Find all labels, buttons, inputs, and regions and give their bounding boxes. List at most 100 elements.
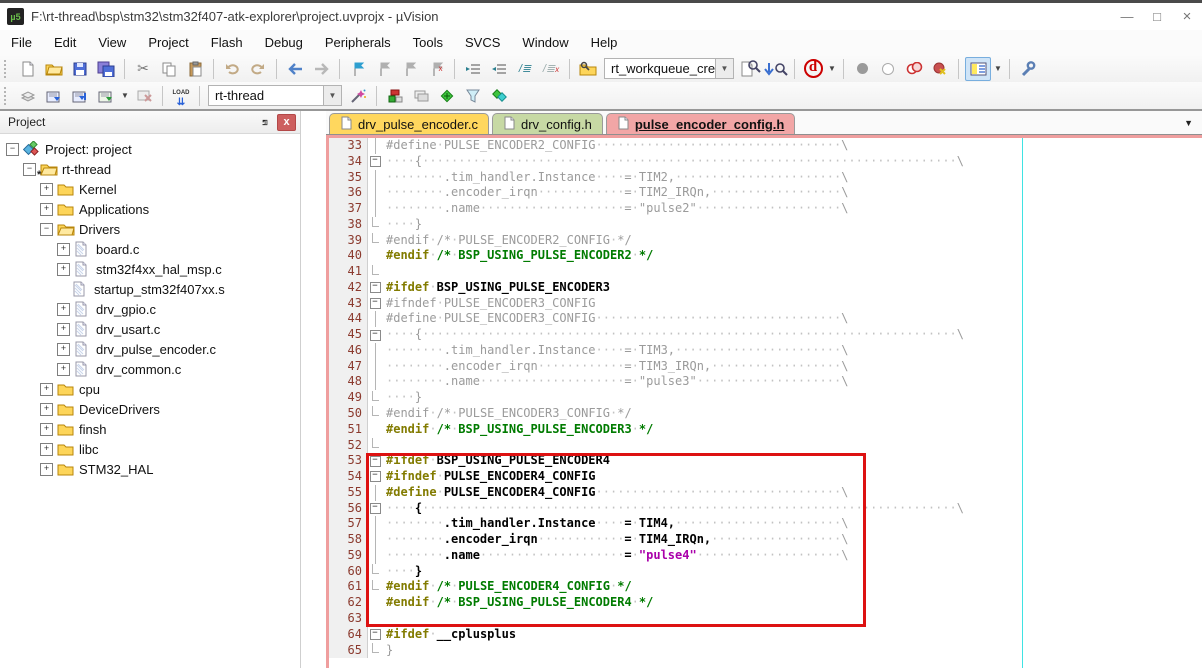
collapse-icon[interactable]: − <box>40 223 53 236</box>
pack-installer-icon[interactable] <box>487 85 511 107</box>
collapse-icon[interactable]: − <box>23 163 36 176</box>
tree-item[interactable]: −*rt-thread <box>0 159 300 179</box>
batch-build-icon[interactable] <box>94 85 118 107</box>
manage-books-icon[interactable] <box>409 85 433 107</box>
window-layout-icon[interactable] <box>965 57 991 81</box>
tree-item[interactable]: +Applications <box>0 199 300 219</box>
menu-item-edit[interactable]: Edit <box>43 30 87 55</box>
tree-item[interactable]: +STM32_HAL <box>0 459 300 479</box>
expand-icon[interactable]: + <box>57 343 70 356</box>
tree-item[interactable]: +stm32f4xx_hal_msp.c <box>0 259 300 279</box>
menu-item-flash[interactable]: Flash <box>200 30 254 55</box>
build-icon[interactable] <box>42 85 66 107</box>
breakpoint-insert-icon[interactable] <box>850 58 874 80</box>
find-in-files-icon[interactable] <box>738 58 762 80</box>
tree-item[interactable]: +finsh <box>0 419 300 439</box>
manage-project-items-icon[interactable] <box>383 85 407 107</box>
open-file-icon[interactable] <box>42 58 66 80</box>
incremental-find-icon[interactable] <box>764 58 788 80</box>
save-all-icon[interactable] <box>94 58 118 80</box>
pin-icon[interactable]: 𝡩 <box>257 115 273 129</box>
expand-icon[interactable]: + <box>40 403 53 416</box>
bookmark-toggle-icon[interactable] <box>346 58 370 80</box>
expand-icon[interactable]: + <box>40 423 53 436</box>
dropdown-arrow-icon[interactable]: ▼ <box>119 91 131 100</box>
collapse-icon[interactable]: − <box>6 143 19 156</box>
dropdown-arrow-icon[interactable]: ▼ <box>826 64 838 73</box>
stop-build-icon[interactable] <box>132 85 156 107</box>
redo-icon[interactable] <box>246 58 270 80</box>
expand-icon[interactable]: + <box>40 443 53 456</box>
new-file-icon[interactable] <box>16 58 40 80</box>
navigate-back-icon[interactable] <box>283 58 307 80</box>
search-term-combobox[interactable]: rt_workqueue_create▼ <box>604 58 734 79</box>
menu-item-view[interactable]: View <box>87 30 137 55</box>
navigate-forward-icon[interactable] <box>309 58 333 80</box>
options-for-target-icon[interactable] <box>346 85 370 107</box>
target-combobox[interactable]: rt-thread▼ <box>208 85 342 106</box>
tree-item[interactable]: +drv_pulse_encoder.c <box>0 339 300 359</box>
bookmark-next-icon[interactable] <box>372 58 396 80</box>
uncomment-icon[interactable]: /≣x <box>539 58 563 80</box>
menu-item-window[interactable]: Window <box>511 30 579 55</box>
toolbar-gripper[interactable] <box>4 60 11 78</box>
breakpoint-disable-all-icon[interactable] <box>902 58 926 80</box>
tree-item[interactable]: +board.c <box>0 239 300 259</box>
breakpoint-kill-all-icon[interactable] <box>928 58 952 80</box>
tree-item[interactable]: −Project: project <box>0 139 300 159</box>
expand-icon[interactable]: + <box>40 463 53 476</box>
panel-close-icon[interactable]: x <box>277 114 296 131</box>
tree-item[interactable]: +drv_gpio.c <box>0 299 300 319</box>
expand-icon[interactable]: + <box>40 383 53 396</box>
configure-icon[interactable] <box>1016 58 1040 80</box>
tab-drv-pulse-encoder-c[interactable]: drv_pulse_encoder.c <box>329 113 489 134</box>
tab-drv-config-h[interactable]: drv_config.h <box>492 113 603 134</box>
menu-item-debug[interactable]: Debug <box>254 30 314 55</box>
download-icon[interactable]: LOAD⇊ <box>169 85 193 107</box>
paste-icon[interactable] <box>183 58 207 80</box>
dropdown-arrow-icon[interactable]: ▼ <box>992 64 1004 73</box>
menu-item-help[interactable]: Help <box>580 30 629 55</box>
expand-icon[interactable]: + <box>57 243 70 256</box>
menu-item-svcs[interactable]: SVCS <box>454 30 511 55</box>
panel-splitter[interactable] <box>301 111 326 668</box>
minimize-button[interactable]: — <box>1112 6 1142 28</box>
expand-icon[interactable]: + <box>57 363 70 376</box>
indent-icon[interactable] <box>461 58 485 80</box>
menu-item-tools[interactable]: Tools <box>402 30 454 55</box>
save-icon[interactable] <box>68 58 92 80</box>
manage-run-time-environment-icon[interactable] <box>435 85 459 107</box>
expand-icon[interactable]: + <box>40 203 53 216</box>
close-button[interactable]: × <box>1172 6 1202 28</box>
debug-session-icon[interactable]: d <box>801 58 825 80</box>
expand-icon[interactable]: + <box>57 323 70 336</box>
undo-icon[interactable] <box>220 58 244 80</box>
comment-icon[interactable]: /≣ <box>513 58 537 80</box>
document-list-dropdown-icon[interactable]: ▼ <box>1184 118 1202 128</box>
bookmark-clear-icon[interactable]: x <box>424 58 448 80</box>
tree-item[interactable]: +libc <box>0 439 300 459</box>
fold-collapse-icon[interactable]: − <box>368 296 382 312</box>
rebuild-icon[interactable] <box>68 85 92 107</box>
expand-icon[interactable]: + <box>57 303 70 316</box>
cut-icon[interactable]: ✂ <box>131 58 155 80</box>
breakpoint-enable-icon[interactable] <box>876 58 900 80</box>
fold-collapse-icon[interactable]: − <box>368 154 382 170</box>
expand-icon[interactable]: + <box>40 183 53 196</box>
fold-collapse-icon[interactable]: − <box>368 280 382 296</box>
menu-item-file[interactable]: File <box>0 30 43 55</box>
tree-item[interactable]: −Drivers <box>0 219 300 239</box>
menu-item-peripherals[interactable]: Peripherals <box>314 30 402 55</box>
outdent-icon[interactable] <box>487 58 511 80</box>
tab-pulse-encoder-config-h[interactable]: pulse_encoder_config.h <box>606 113 796 134</box>
translate-icon[interactable] <box>16 85 40 107</box>
code-editor[interactable]: 33#define·PULSE_ENCODER2_CONFIG·········… <box>326 138 1202 668</box>
combo-dropdown-icon[interactable]: ▼ <box>323 86 341 105</box>
maximize-button[interactable]: □ <box>1142 6 1172 28</box>
menu-item-project[interactable]: Project <box>137 30 199 55</box>
copy-icon[interactable] <box>157 58 181 80</box>
expand-icon[interactable]: + <box>57 263 70 276</box>
bookmark-prev-icon[interactable] <box>398 58 422 80</box>
tree-item[interactable]: +drv_usart.c <box>0 319 300 339</box>
tree-item[interactable]: +drv_common.c <box>0 359 300 379</box>
